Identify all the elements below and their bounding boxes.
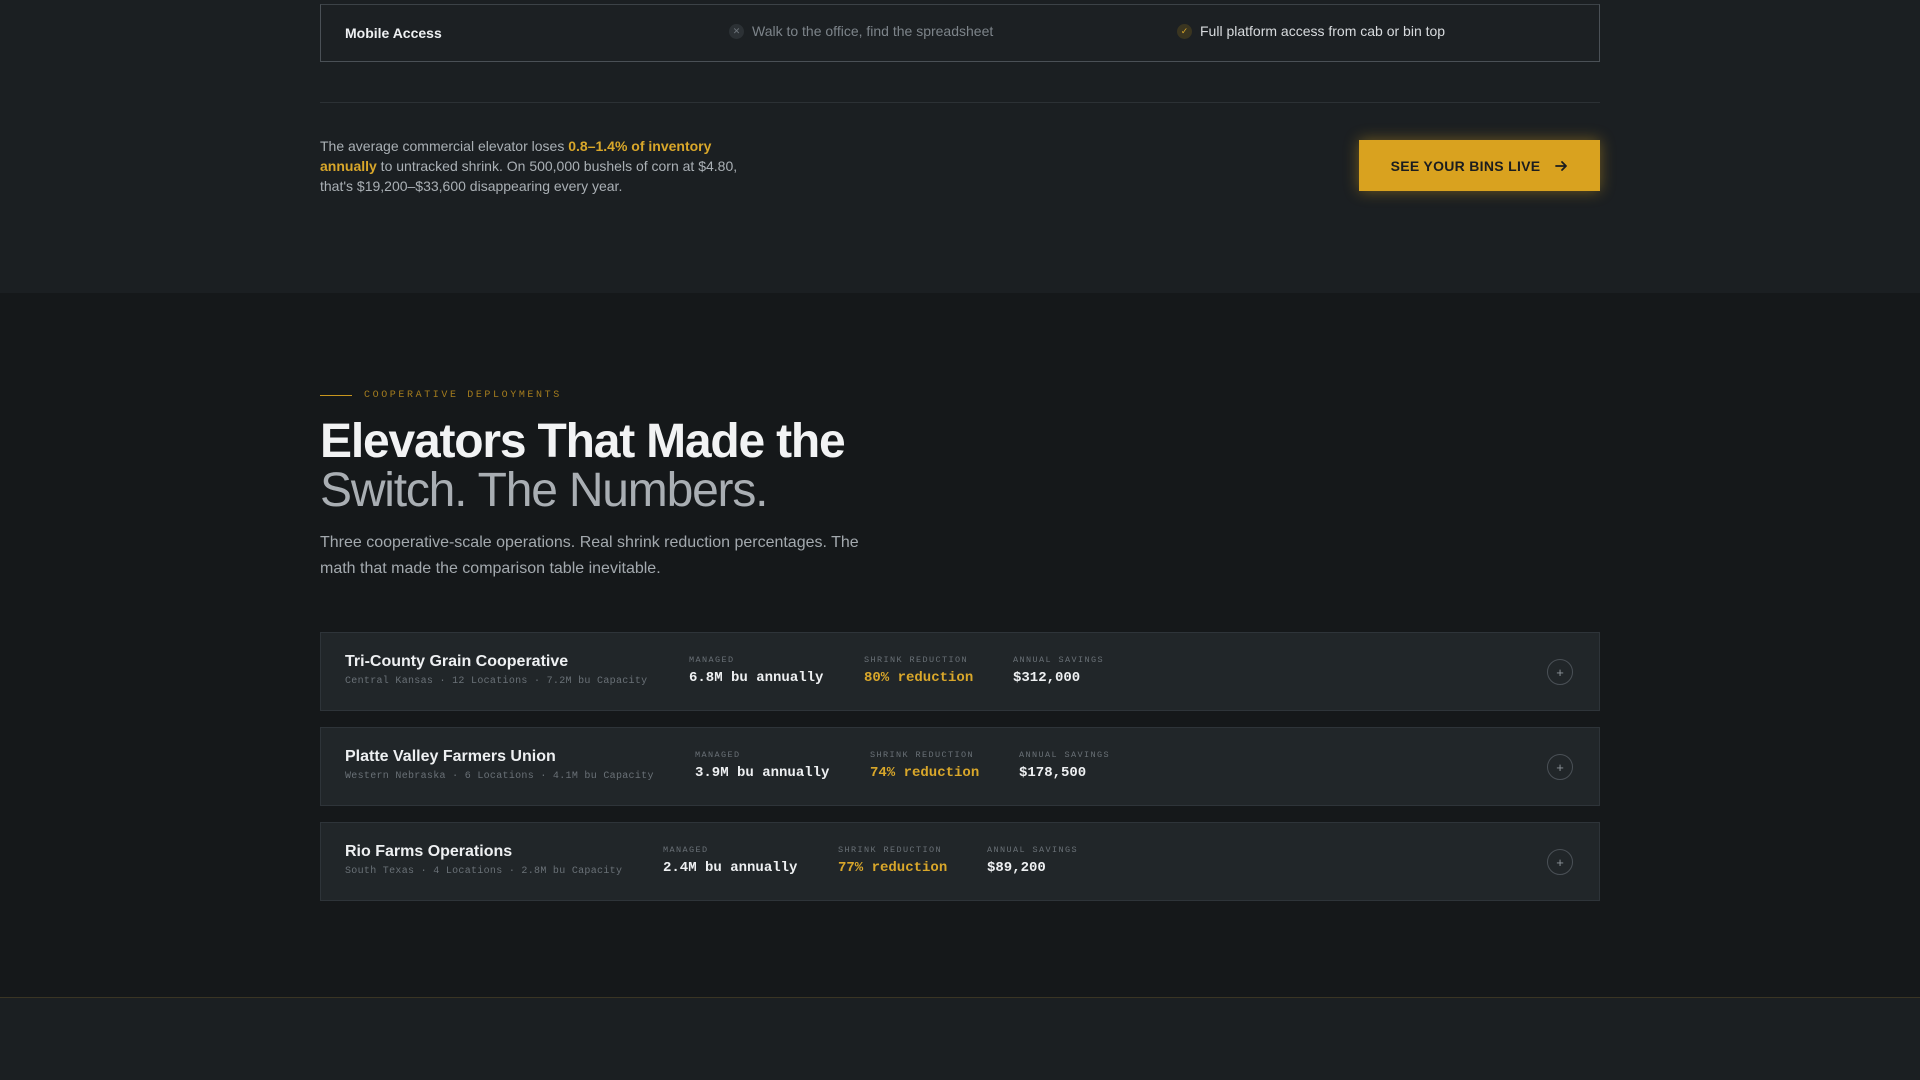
managed-value: 3.9M bu annually (695, 765, 830, 781)
deployment-meta: Western Nebraska · 6 Locations · 4.1M bu… (345, 771, 654, 782)
deployment-card[interactable]: Rio Farms Operations South Texas · 4 Loc… (320, 822, 1600, 901)
savings-stat: ANNUAL SAVINGS $178,500 (1019, 750, 1110, 781)
new-way-text: Full platform access from cab or bin top (1200, 23, 1446, 39)
check-circle-icon: ✓ (1177, 23, 1192, 39)
deployment-name: Rio Farms Operations (345, 843, 513, 860)
section-eyebrow: COOPERATIVE DEPLOYMENTS (320, 390, 562, 401)
managed-value: 2.4M bu annually (663, 860, 798, 876)
eyebrow-rule (320, 395, 352, 396)
plus-circle-icon[interactable]: + (1547, 849, 1573, 875)
comparison-new-way: ✓ Full platform access from cab or bin t… (1177, 23, 1445, 39)
section-lede: Three cooperative-scale operations. Real… (320, 534, 859, 577)
footer-band (0, 997, 1920, 1080)
old-way-text: Walk to the office, find the spreadsheet (752, 23, 994, 39)
deployment-name: Tri-County Grain Cooperative (345, 653, 569, 670)
savings-label: ANNUAL SAVINGS (1013, 655, 1105, 665)
see-bins-live-button[interactable]: SEE YOUR BINS LIVE (1359, 140, 1600, 191)
savings-label: ANNUAL SAVINGS (1019, 750, 1111, 760)
shrink-label: SHRINK REDUCTION (870, 750, 975, 760)
savings-value: $312,000 (1013, 670, 1081, 686)
section-title-line2: Switch. The Numbers. (320, 464, 768, 517)
deployment-meta: South Texas · 4 Locations · 2.8M bu Capa… (345, 866, 623, 877)
shrink-value: 80% reduction (864, 670, 974, 686)
deployment-meta: Central Kansas · 12 Locations · 7.2M bu … (345, 676, 648, 687)
shrink-label: SHRINK REDUCTION (838, 845, 943, 855)
deployment-card[interactable]: Platte Valley Farmers Union Western Nebr… (320, 727, 1600, 806)
shrink-stat: SHRINK REDUCTION 80% reduction (864, 655, 973, 686)
savings-label: ANNUAL SAVINGS (987, 845, 1079, 855)
deployment-name: Platte Valley Farmers Union (345, 748, 556, 765)
comparison-row: Mobile Access ✕ Walk to the office, find… (320, 4, 1600, 62)
callout-suffix: to untracked shrink. On 500,000 bushels … (320, 158, 738, 194)
shrink-callout: The average commercial elevator loses 0.… (320, 136, 760, 196)
savings-stat: ANNUAL SAVINGS $312,000 (1013, 655, 1104, 686)
plus-circle-icon[interactable]: + (1547, 754, 1573, 780)
savings-value: $178,500 (1019, 765, 1087, 781)
plus-circle-icon[interactable]: + (1547, 659, 1573, 685)
managed-stat: MANAGED 3.9M bu annually (695, 750, 829, 781)
managed-stat: MANAGED 6.8M bu annually (689, 655, 823, 686)
managed-stat: MANAGED 2.4M bu annually (663, 845, 797, 876)
eyebrow-text: COOPERATIVE DEPLOYMENTS (364, 390, 562, 401)
shrink-label: SHRINK REDUCTION (864, 655, 969, 665)
shrink-value: 74% reduction (870, 765, 980, 781)
cta-label: SEE YOUR BINS LIVE (1390, 157, 1541, 174)
managed-label: MANAGED (689, 655, 735, 665)
shrink-value: 77% reduction (838, 860, 948, 876)
section-divider (320, 102, 1600, 103)
callout-prefix: The average commercial elevator loses (320, 138, 569, 154)
shrink-stat: SHRINK REDUCTION 77% reduction (838, 845, 947, 876)
managed-value: 6.8M bu annually (689, 670, 824, 686)
managed-label: MANAGED (695, 750, 741, 760)
savings-value: $89,200 (987, 860, 1046, 876)
comparison-feature: Mobile Access (345, 25, 442, 41)
managed-label: MANAGED (663, 845, 709, 855)
comparison-old-way: ✕ Walk to the office, find the spreadshe… (729, 23, 993, 39)
deployment-card[interactable]: Tri-County Grain Cooperative Central Kan… (320, 632, 1600, 711)
savings-stat: ANNUAL SAVINGS $89,200 (987, 845, 1078, 876)
arrow-right-icon (1555, 160, 1568, 171)
shrink-stat: SHRINK REDUCTION 74% reduction (870, 750, 979, 781)
section-title-line1: Elevators That Made the (320, 415, 846, 468)
x-circle-icon: ✕ (729, 23, 744, 39)
